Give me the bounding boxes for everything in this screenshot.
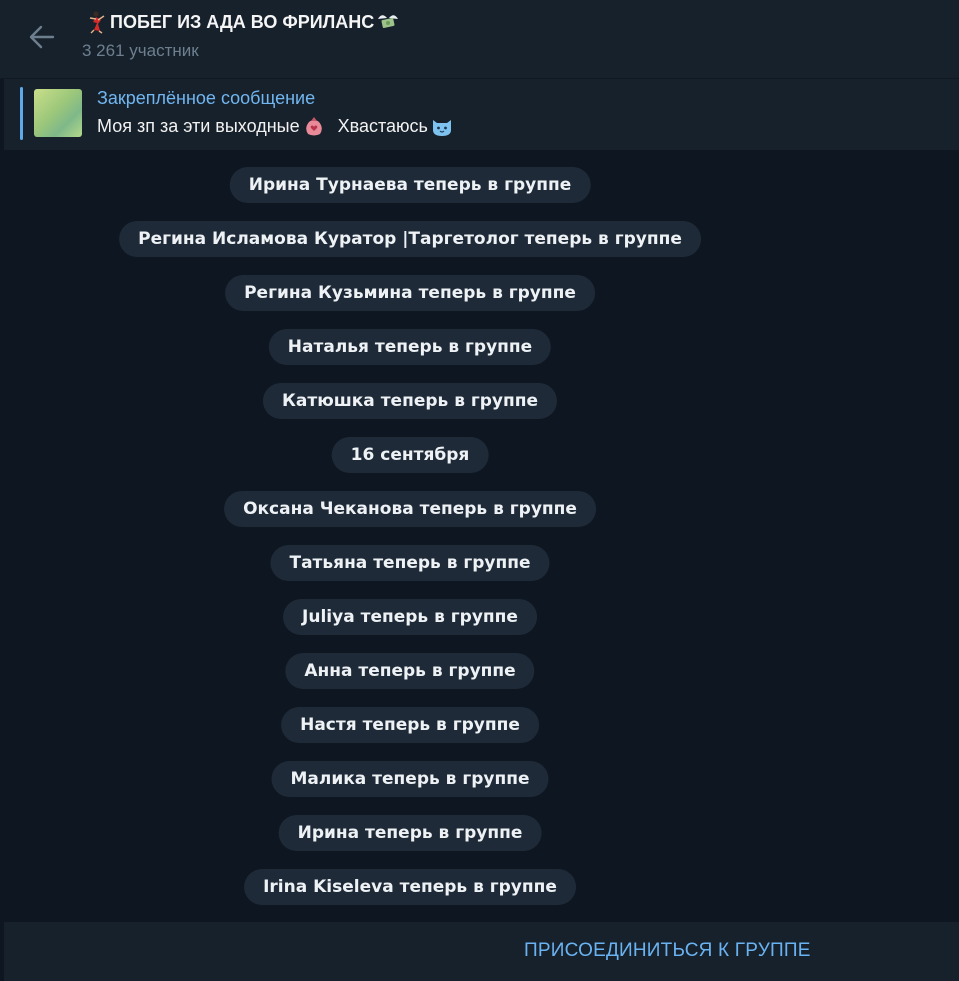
chat-messages[interactable]: Ирина Турнаева теперь в группе Регина Ис… (4, 150, 959, 920)
service-message: Регина Исламова Куратор |Таргетолог тепе… (119, 221, 701, 257)
money-bag-heart-emoji-icon (305, 117, 322, 136)
pinned-text-part2: Хвастаюсь (327, 115, 428, 136)
service-message: Татьяна теперь в группе (270, 545, 550, 581)
service-message: Малика теперь в группе (271, 761, 549, 797)
service-message: Наталья теперь в группе (268, 329, 552, 365)
dancer-emoji-icon (89, 11, 105, 34)
chat-title-row[interactable]: ПОБЕГ ИЗ АДА ВО ФРИЛАНС (84, 8, 400, 36)
service-message: Анна теперь в группе (285, 653, 535, 689)
service-message: Катюшка теперь в группе (262, 383, 558, 419)
pinned-thumbnail (34, 89, 82, 137)
service-message: Настя теперь в группе (281, 707, 539, 743)
arrow-left-icon (29, 25, 55, 49)
chat-header: ПОБЕГ ИЗ АДА ВО ФРИЛАНС 3 261 участник (0, 0, 959, 78)
date-separator: 16 сентября (331, 437, 489, 473)
service-message: Ирина теперь в группе (278, 815, 542, 851)
service-message: Оксана Чеканова теперь в группе (224, 491, 596, 527)
service-message: Juliya теперь в группе (283, 599, 537, 635)
service-message: Ирина Турнаева теперь в группе (229, 167, 591, 203)
pinned-text: Моя зп за эти выходные Хвастаюсь (97, 114, 454, 138)
member-count: 3 261 участник (82, 41, 199, 60)
pinned-text-part1: Моя зп за эти выходные (97, 115, 300, 136)
pinned-message-bar[interactable]: Закреплённое сообщение Моя зп за эти вых… (4, 79, 959, 150)
pinned-title: Закреплённое сообщение (97, 88, 316, 108)
join-group-button[interactable]: ПРИСОЕДИНИТЬСЯ К ГРУППЕ (524, 936, 811, 966)
service-message: Irina Kiseleva теперь в группе (244, 869, 576, 905)
cat-face-emoji-icon (432, 120, 451, 136)
service-message: Регина Кузьмина теперь в группе (225, 275, 595, 311)
chat-title: ПОБЕГ ИЗ АДА ВО ФРИЛАНС (110, 11, 375, 32)
bottom-bar: ПРИСОЕДИНИТЬСЯ К ГРУППЕ (4, 922, 959, 981)
money-wings-emoji-icon (378, 15, 399, 28)
back-button[interactable] (22, 20, 62, 54)
pinned-indicator (20, 87, 23, 140)
